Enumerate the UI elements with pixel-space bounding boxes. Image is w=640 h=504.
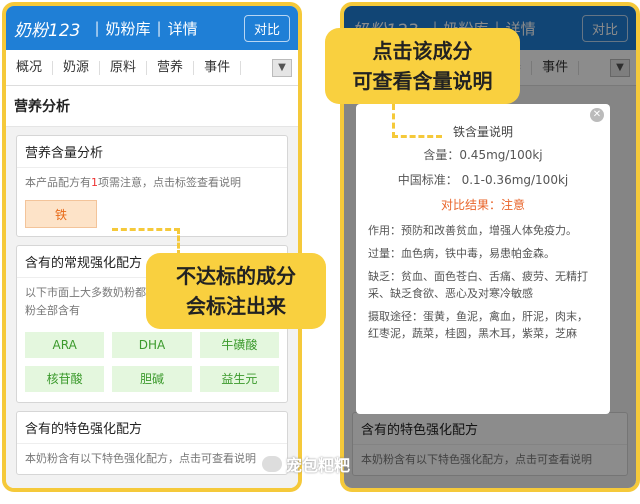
tab-bar: 概况 奶源 原料 营养 事件 ▼: [6, 50, 298, 86]
tab-overview[interactable]: 概况: [6, 60, 54, 75]
formula-tag[interactable]: 牛磺酸: [199, 332, 279, 358]
compare-button[interactable]: 对比: [243, 14, 290, 42]
comparison-result: 对比结果：注意: [440, 198, 525, 212]
card-description: 本产品配方有1项需注意，点击标签查看说明: [25, 176, 241, 189]
app-header: 奶粉123 | 奶粉库 | 详情 对比: [6, 6, 298, 50]
breadcrumb-separator: |: [156, 19, 162, 37]
connector-line: [112, 228, 180, 256]
section-title: 营养分析: [6, 86, 298, 127]
annotation-callout: 点击该成分 可查看含量说明: [325, 28, 520, 104]
tab-events[interactable]: 事件: [194, 60, 242, 75]
formula-tag[interactable]: 胆碱: [112, 366, 192, 392]
nutrition-content-card: 营养含量分析 本产品配方有1项需注意，点击标签查看说明 铁: [16, 135, 288, 237]
formula-tag[interactable]: DHA: [112, 332, 192, 358]
formula-tag-grid: ARA DHA 牛磺酸 核苷酸 胆碱 益生元: [17, 326, 287, 402]
formula-tag[interactable]: 核苷酸: [25, 366, 105, 392]
breadcrumb-detail: 详情: [167, 19, 198, 38]
formula-tag[interactable]: 益生元: [199, 366, 279, 392]
card-title: 营养含量分析: [17, 136, 287, 168]
tab-nutrition[interactable]: 营养: [147, 60, 195, 75]
tab-ingredients[interactable]: 原料: [100, 60, 148, 75]
close-icon[interactable]: ✕: [590, 108, 604, 122]
card-description: 本奶粉含有以下特色强化配方，点击可查看说明: [25, 452, 256, 465]
iron-tag[interactable]: 铁: [25, 200, 97, 228]
chevron-down-icon[interactable]: ▼: [272, 58, 292, 77]
excess-text: 过量：血色病，铁中毒，易患帕金森。: [368, 247, 555, 260]
effect-text: 作用：预防和改善贫血，增强人体免疫力。: [368, 224, 577, 237]
card-title: 含有的特色强化配方: [17, 412, 287, 444]
wechat-icon: [262, 456, 282, 472]
breadcrumb-separator: |: [94, 19, 100, 37]
watermark: 宠包粑粑: [262, 452, 350, 476]
annotation-callout: 不达标的成分 会标注出来: [146, 253, 326, 329]
deficiency-text: 缺乏：贫血、面色苍白、舌痛、疲劳、无精打采、缺乏食欲、恶心及对寒冷敏感: [368, 270, 588, 300]
tab-milk-source[interactable]: 奶源: [53, 60, 101, 75]
breadcrumb-milk-library[interactable]: 奶粉库: [106, 18, 151, 39]
sources-text: 摄取途径：蛋黄，鱼泥，禽血，肝泥，肉末，红枣泥，蔬菜，桂圆，黑木耳，紫菜，芝麻: [368, 310, 588, 340]
amount-text: 含量：0.45mg/100kj: [423, 148, 543, 162]
special-formula-card: 含有的特色强化配方 本奶粉含有以下特色强化配方，点击可查看说明: [16, 411, 288, 475]
connector-line: [392, 104, 442, 138]
standard-text: 中国标准： 0.1-0.36mg/100kj: [397, 173, 569, 187]
app-logo: 奶粉123: [14, 20, 81, 41]
iron-info-modal: ✕ 铁含量说明 含量：0.45mg/100kj 中国标准： 0.1-0.36mg…: [356, 104, 610, 414]
formula-tag[interactable]: ARA: [25, 332, 105, 358]
